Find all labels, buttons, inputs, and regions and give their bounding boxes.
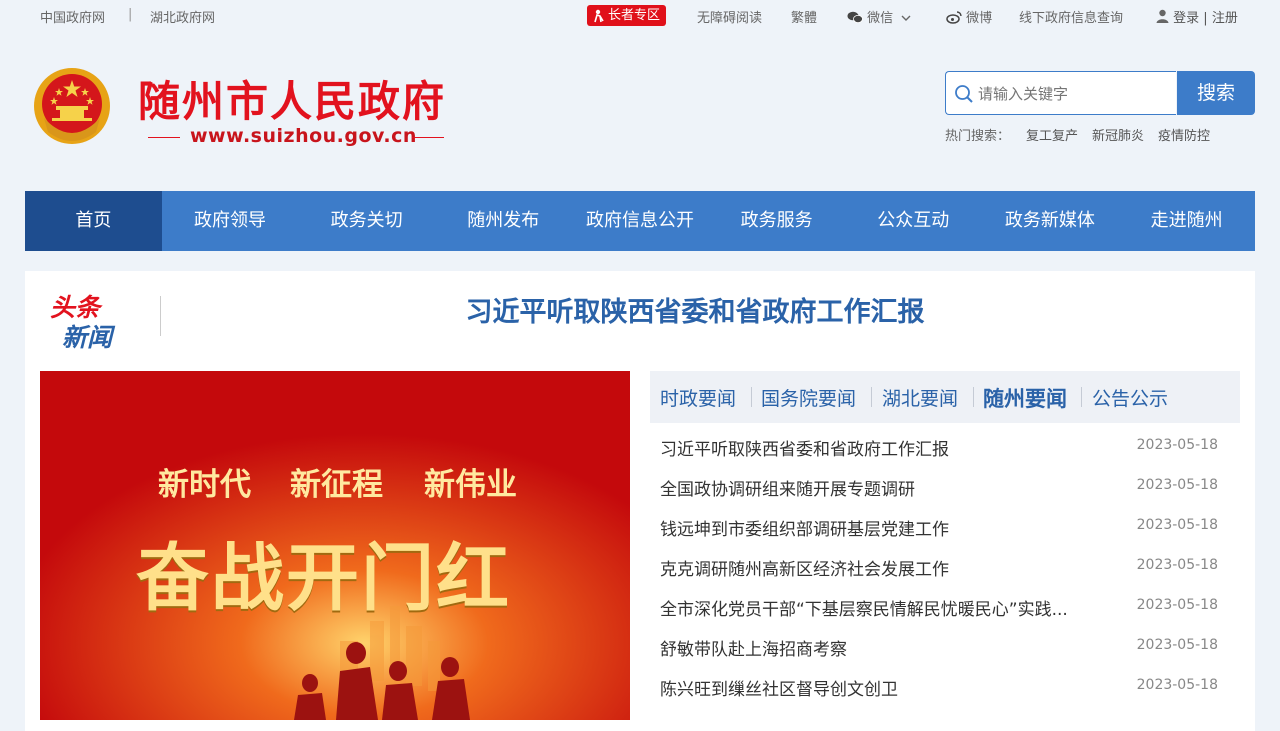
- banner-slogan: 新时代: [158, 467, 251, 503]
- news-item[interactable]: 陈兴旺到缫丝社区督导创文创卫 2023-05-18: [660, 666, 1220, 706]
- user-icon: [1156, 9, 1169, 23]
- elder-icon: [594, 9, 604, 22]
- hot-search-item[interactable]: 新冠肺炎: [1092, 129, 1144, 144]
- login-separator: |: [1203, 11, 1208, 26]
- feature-banner[interactable]: 新时代 新征程 新伟业 奋战开门红: [40, 371, 630, 720]
- news-item[interactable]: 全市深化党员干部“下基层察民情解民忧暖民心”实践... 2023-05-18: [660, 586, 1220, 626]
- login-link[interactable]: 登录: [1173, 11, 1199, 26]
- logo-text-top: 头条: [50, 293, 103, 322]
- news-item[interactable]: 钱远坤到市委组织部调研基层党建工作 2023-05-18: [660, 506, 1220, 546]
- news-list: 习近平听取陕西省委和省政府工作汇报 2023-05-18 全国政协调研组来随开展…: [660, 426, 1220, 706]
- site-url-block: www.suizhou.gov.cn: [148, 124, 444, 150]
- search-button[interactable]: 搜索: [1177, 71, 1255, 115]
- url-left-rule: [148, 137, 180, 138]
- banner-slogan: 新征程: [290, 467, 383, 503]
- tab-state-council[interactable]: 国务院要闻: [761, 384, 856, 411]
- tab-separator: [973, 387, 974, 407]
- link-central-gov[interactable]: 中国政府网: [40, 7, 105, 26]
- news-date: 2023-05-18: [1136, 477, 1218, 493]
- news-date: 2023-05-18: [1136, 677, 1218, 693]
- nav-item-interaction[interactable]: 公众互动: [845, 191, 982, 251]
- news-title[interactable]: 全市深化党员干部“下基层察民情解民忧暖民心”实践...: [660, 595, 1068, 620]
- news-title[interactable]: 钱远坤到市委组织部调研基层党建工作: [660, 515, 949, 540]
- headline-news-logo: 头条 新闻: [50, 293, 116, 350]
- nav-item-services[interactable]: 政务服务: [708, 191, 845, 251]
- site-title: 随州市人民政府: [138, 77, 447, 126]
- weibo-label: 微博: [966, 11, 993, 26]
- tab-separator: [751, 387, 752, 407]
- logo-text-bottom: 新闻: [62, 323, 116, 350]
- weibo-link[interactable]: 微博: [946, 7, 992, 26]
- register-link[interactable]: 注册: [1212, 11, 1238, 26]
- hot-search-item[interactable]: 疫情防控: [1158, 129, 1210, 144]
- banner-title: 奋战开门红: [136, 536, 511, 621]
- site-url: www.suizhou.gov.cn: [190, 125, 417, 147]
- wechat-icon: [847, 11, 863, 23]
- news-item[interactable]: 习近平听取陕西省委和省政府工作汇报 2023-05-18: [660, 426, 1220, 466]
- traditional-chinese-link[interactable]: 繁體: [791, 7, 817, 26]
- nav-item-home[interactable]: 首页: [25, 191, 162, 251]
- weibo-icon: [946, 11, 962, 24]
- tab-suizhou-news[interactable]: 随州要闻: [983, 383, 1067, 413]
- tab-hubei-news[interactable]: 湖北要闻: [882, 384, 958, 411]
- news-title[interactable]: 舒敏带队赴上海招商考察: [660, 635, 847, 660]
- news-date: 2023-05-18: [1136, 597, 1218, 613]
- hot-search-item[interactable]: 复工复产: [1026, 129, 1078, 144]
- chevron-down-icon: [901, 15, 911, 21]
- nav-item-new-media[interactable]: 政务新媒体: [982, 191, 1119, 251]
- search-box: [945, 71, 1176, 116]
- wechat-label: 微信: [867, 11, 894, 26]
- news-date: 2023-05-18: [1136, 517, 1218, 533]
- search-icon: [955, 85, 973, 103]
- url-right-rule: [412, 137, 444, 138]
- tab-separator: [1081, 387, 1082, 407]
- news-date: 2023-05-18: [1136, 557, 1218, 573]
- accessible-reading-link[interactable]: 无障碍阅读: [697, 7, 762, 26]
- news-title[interactable]: 全国政协调研组来随开展专题调研: [660, 475, 915, 500]
- tab-separator: [871, 387, 872, 407]
- hot-search-label: 热门搜索：: [945, 129, 1011, 144]
- search-input[interactable]: [976, 72, 1170, 116]
- top-bar: 中国政府网 | 湖北政府网 长者专区 无障碍阅读 繁體 微信 微博 线下政府信息…: [0, 0, 1280, 32]
- elder-zone-button[interactable]: 长者专区: [587, 5, 667, 26]
- tab-current-affairs[interactable]: 时政要闻: [660, 384, 736, 411]
- headline-title[interactable]: 习近平听取陕西省委和省政府工作汇报: [160, 290, 1230, 329]
- news-title[interactable]: 习近平听取陕西省委和省政府工作汇报: [660, 435, 949, 460]
- nav-item-info-disclosure[interactable]: 政府信息公开: [572, 191, 709, 251]
- national-emblem: [34, 68, 110, 144]
- main-nav: 首页 政府领导 政务关切 随州发布 政府信息公开 政务服务 公众互动 政务新媒体…: [25, 191, 1255, 251]
- topbar-separator: |: [128, 7, 133, 22]
- news-date: 2023-05-18: [1136, 637, 1218, 653]
- news-date: 2023-05-18: [1136, 437, 1218, 453]
- news-title[interactable]: 陈兴旺到缫丝社区督导创文创卫: [660, 675, 898, 700]
- nav-item-concerns[interactable]: 政务关切: [298, 191, 435, 251]
- news-item[interactable]: 舒敏带队赴上海招商考察 2023-05-18: [660, 626, 1220, 666]
- news-title[interactable]: 克克调研随州高新区经济社会发展工作: [660, 555, 949, 580]
- offline-gov-info-link[interactable]: 线下政府信息查询: [1019, 7, 1123, 26]
- news-tabs: 时政要闻 国务院要闻 湖北要闻 随州要闻 公告公示: [650, 371, 1240, 423]
- news-item[interactable]: 全国政协调研组来随开展专题调研 2023-05-18: [660, 466, 1220, 506]
- nav-item-leaders[interactable]: 政府领导: [162, 191, 299, 251]
- nav-item-about-suizhou[interactable]: 走进随州: [1118, 191, 1255, 251]
- banner-slogan: 新伟业: [424, 467, 517, 503]
- news-item[interactable]: 克克调研随州高新区经济社会发展工作 2023-05-18: [660, 546, 1220, 586]
- hot-search: 热门搜索： 复工复产 新冠肺炎 疫情防控: [945, 125, 1224, 144]
- wechat-link[interactable]: 微信: [847, 7, 911, 26]
- nav-item-releases[interactable]: 随州发布: [435, 191, 572, 251]
- link-hubei-gov[interactable]: 湖北政府网: [150, 7, 215, 26]
- elder-zone-label: 长者专区: [608, 8, 661, 23]
- tab-announcements[interactable]: 公告公示: [1092, 384, 1168, 411]
- login-register: 登录 | 注册: [1156, 7, 1238, 26]
